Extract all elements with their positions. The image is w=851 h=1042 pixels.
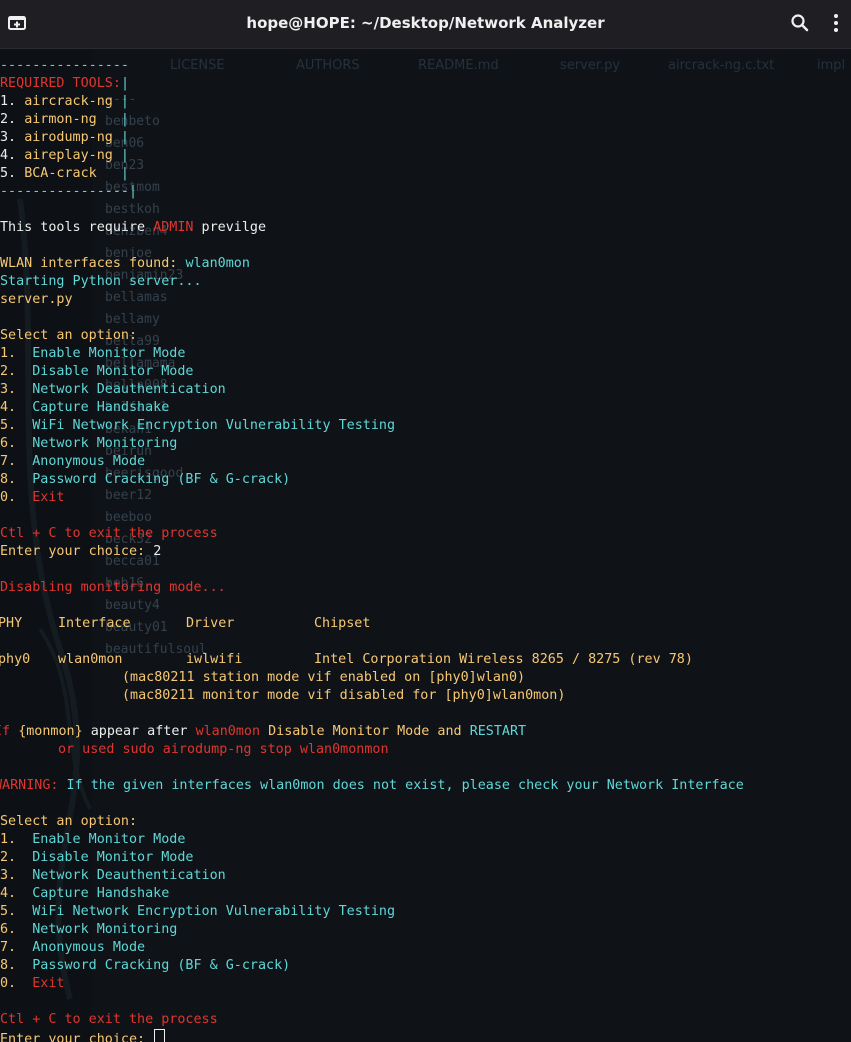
menu-item-label: WiFi Network Encryption Vulnerability Te… [32, 418, 396, 433]
tool-name: BCA-crack [24, 166, 97, 181]
tool-name: aircrack-ng [24, 94, 113, 109]
starting-server: Starting Python server... [0, 274, 202, 289]
terminal-cursor[interactable] [154, 1029, 166, 1042]
tools-header: REQUIRED TOOLS: [0, 76, 121, 91]
menu-title: Select an option: [0, 814, 138, 829]
admin-notice: This tools require ADMIN previlge [0, 220, 267, 235]
title-bar: hope@HOPE: ~/Desktop/Network Analyzer [0, 0, 851, 49]
tool-name: airodump-ng [24, 130, 113, 145]
menu-item-label: Password Cracking (BF & G-crack) [32, 472, 291, 487]
menu-item-label: Disable Monitor Mode [32, 850, 194, 865]
restart-alt: or used sudo airodump-ng stop wlan0monmo… [58, 742, 389, 757]
ctrl-c-hint: Ctl + C to exit the process [0, 526, 218, 541]
window-title: hope@HOPE: ~/Desktop/Network Analyzer [246, 14, 605, 32]
wlan-value: wlan0mon [185, 256, 250, 271]
menu-item: 6. Network Monitoring [0, 922, 178, 937]
menu-title: Select an option: [0, 328, 138, 343]
wlan-found: WLAN interfaces found: wlan0mon [0, 256, 250, 271]
menu-item-label: Network Deauthentication [32, 382, 226, 397]
warning-line: WARNING: If the given interfaces wlan0mo… [0, 778, 744, 793]
menu-item: 5. WiFi Network Encryption Vulnerability… [0, 904, 396, 919]
server-file: server.py [0, 292, 73, 307]
menu-item: 2. Disable Monitor Mode [0, 364, 194, 379]
kebab-menu-icon[interactable] [825, 12, 847, 34]
tool-name: aireplay-ng [24, 148, 113, 163]
mac-line: (mac80211 station mode vif enabled on [p… [122, 670, 526, 685]
menu-item: 1. Enable Monitor Mode [0, 346, 186, 361]
bg-tab: impl [817, 58, 846, 73]
search-icon[interactable] [789, 12, 811, 34]
tools-pipe: | [120, 76, 129, 91]
menu-item-label: Capture Handshake [32, 400, 170, 415]
bg-wordlist-item: beauty4 [105, 598, 160, 613]
admin-word: ADMIN [153, 220, 194, 235]
menu-item: 5. WiFi Network Encryption Vulnerability… [0, 418, 396, 433]
menu-exit: 0. Exit [0, 976, 65, 991]
bg-tab: README.md [418, 58, 499, 73]
menu-item-label: Password Cracking (BF & G-crack) [32, 958, 291, 973]
choice-value: 2 [153, 544, 162, 559]
menu-item-label: WiFi Network Encryption Vulnerability Te… [32, 904, 396, 919]
menu-item-label: Capture Handshake [32, 886, 170, 901]
bg-tab: LICENSE [170, 58, 225, 73]
menu-item-label: Anonymous Mode [32, 454, 146, 469]
tools-border-top: ---------------- [0, 58, 129, 73]
tool-row: 5. BCA-crack | [0, 166, 129, 181]
menu-item-label: Anonymous Mode [32, 940, 146, 955]
menu-item-label: Enable Monitor Mode [32, 346, 186, 361]
menu-item-label: Network Monitoring [32, 436, 178, 451]
menu-item-label: Network Deauthentication [32, 868, 226, 883]
tool-row: 3. airodump-ng | [0, 130, 129, 145]
tool-row: 2. airmon-ng | [0, 112, 129, 127]
tools-border-bottom: ----------------| [0, 184, 138, 199]
mac-line: (mac80211 monitor mode vif disabled for … [122, 688, 566, 703]
menu-item-label: Disable Monitor Mode [32, 364, 194, 379]
choice-prompt: Enter your choice: 2 [0, 544, 162, 559]
bg-tab: AUTHORS [296, 58, 360, 73]
terminal-view[interactable]: LICENSE AUTHORS README.md server.py airc… [0, 49, 851, 1042]
menu-item: 4. Capture Handshake [0, 400, 170, 415]
menu-item: 1. Enable Monitor Mode [0, 832, 186, 847]
choice-prompt: Enter your choice: [0, 1029, 166, 1042]
menu-item: 7. Anonymous Mode [0, 940, 146, 955]
tool-name: airmon-ng [24, 112, 97, 127]
menu-item: 8. Password Cracking (BF & G-crack) [0, 472, 291, 487]
menu-item: 2. Disable Monitor Mode [0, 850, 194, 865]
bg-wordlist-item: bestkoh [105, 202, 160, 217]
menu-item: 6. Network Monitoring [0, 436, 178, 451]
bg-tab: aircrack-ng.c.txt [668, 58, 775, 73]
restart-hint: If {monmon} appear after wlan0mon Disabl… [0, 724, 527, 739]
tool-row: 4. aireplay-ng | [0, 148, 129, 163]
menu-item: 4. Capture Handshake [0, 886, 170, 901]
menu-item: 8. Password Cracking (BF & G-crack) [0, 958, 291, 973]
tools-header-row: REQUIRED TOOLS:| [0, 75, 129, 93]
ctrl-c-hint: Ctl + C to exit the process [0, 1012, 218, 1027]
menu-exit: 0. Exit [0, 490, 65, 505]
disabling-msg: Disabling monitoring mode... [0, 580, 226, 595]
bg-tab: server.py [560, 58, 621, 73]
tool-row: 1. aircrack-ng | [0, 94, 129, 109]
menu-item-label: Enable Monitor Mode [32, 832, 186, 847]
menu-item: 7. Anonymous Mode [0, 454, 146, 469]
menu-item-label: Network Monitoring [32, 922, 178, 937]
menu-item: 3. Network Deauthentication [0, 382, 226, 397]
menu-item: 3. Network Deauthentication [0, 868, 226, 883]
